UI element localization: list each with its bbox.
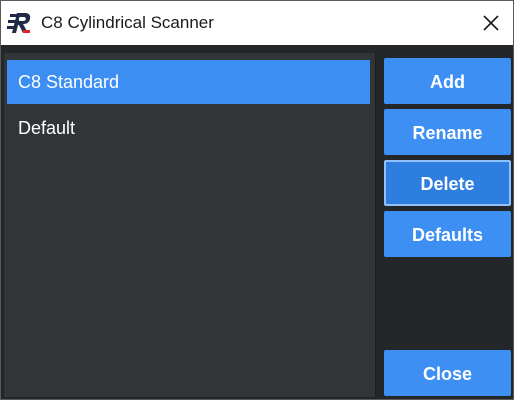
- list-item[interactable]: Default: [7, 106, 370, 150]
- window-title: C8 Cylindrical Scanner: [41, 13, 214, 32]
- rename-button[interactable]: Rename: [384, 109, 511, 155]
- list-item-label: Default: [18, 118, 76, 138]
- close-icon[interactable]: [479, 11, 503, 35]
- list-item-label: C8 Standard: [18, 72, 120, 92]
- close-button[interactable]: Close: [384, 350, 511, 396]
- list-item[interactable]: C8 Standard: [7, 60, 370, 104]
- dialog-window: C8 Cylindrical Scanner C8 Standard Defau…: [0, 0, 514, 400]
- defaults-button[interactable]: Defaults: [384, 211, 511, 257]
- add-button[interactable]: Add: [384, 58, 511, 104]
- delete-button[interactable]: Delete: [384, 160, 511, 206]
- r-logo-icon: [7, 10, 33, 36]
- profile-list: C8 Standard Default: [4, 53, 376, 397]
- button-panel: Add Rename Delete Defaults Close: [379, 53, 513, 397]
- dialog-body: C8 Standard Default Add Rename Delete De…: [1, 45, 513, 399]
- title-bar: C8 Cylindrical Scanner: [1, 1, 513, 45]
